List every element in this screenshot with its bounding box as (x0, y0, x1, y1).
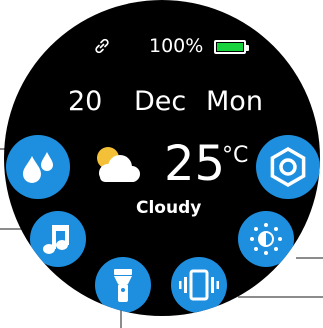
battery-tip (246, 45, 249, 51)
battery-icon (214, 40, 249, 54)
date-row: 20 Dec Mon (4, 84, 320, 120)
brightness-icon (250, 223, 282, 255)
hexagon-settings-icon (270, 146, 306, 188)
date-weekday: Mon (206, 86, 263, 117)
weather-condition: Cloudy (136, 198, 202, 218)
vibration-button[interactable] (171, 257, 227, 313)
battery-fill (217, 43, 243, 51)
brightness-button[interactable] (238, 211, 294, 267)
temperature-unit: °C (222, 143, 249, 168)
temperature-value: 25 (164, 136, 226, 192)
partly-cloudy-icon (86, 140, 146, 188)
background-line (296, 257, 323, 259)
link-icon (92, 36, 112, 56)
flashlight-icon (114, 269, 132, 302)
date-month: Dec (134, 86, 187, 117)
music-note-icon (43, 225, 69, 254)
date-day: 20 (68, 86, 103, 117)
music-button[interactable] (30, 211, 86, 267)
status-bar: 100% (4, 36, 320, 58)
watch-face: 100% 20 Dec Mon 25 °C Cloudy (4, 0, 320, 316)
vibration-icon (179, 269, 219, 301)
battery-percent: 100% (149, 35, 204, 57)
background-line (238, 296, 323, 298)
water-drops-button[interactable] (6, 135, 70, 199)
flashlight-button[interactable] (95, 257, 151, 313)
water-drops-icon (23, 152, 53, 183)
settings-button[interactable] (256, 135, 320, 199)
